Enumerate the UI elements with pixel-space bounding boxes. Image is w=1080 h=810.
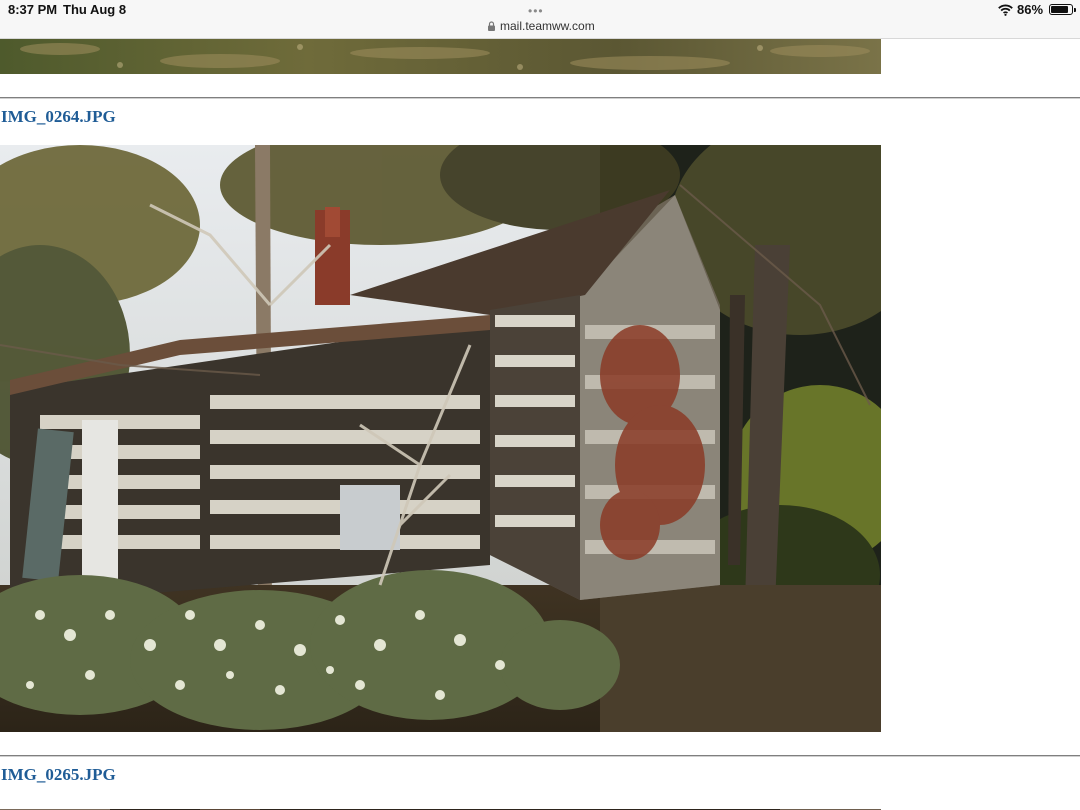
battery-icon	[1049, 4, 1076, 15]
battery-fill	[1051, 6, 1068, 13]
gallery-photo-img-0265[interactable]	[0, 803, 881, 810]
lock-icon	[487, 21, 496, 31]
status-date: Thu Aug 8	[63, 2, 127, 17]
menu-dots-icon[interactable]: •••	[528, 4, 544, 18]
wifi-icon	[998, 3, 1013, 21]
status-bar: 8:37 PM Thu Aug 8 ••• mail.teamww.com 86…	[0, 0, 1080, 39]
divider	[0, 755, 1080, 757]
filename-link[interactable]: IMG_0264.JPG	[1, 107, 116, 127]
url-text: mail.teamww.com	[500, 19, 595, 33]
filename-link[interactable]: IMG_0265.JPG	[1, 765, 116, 785]
status-time: 8:37 PM	[8, 2, 58, 17]
gallery-photo-previous[interactable]	[0, 39, 881, 74]
address-bar[interactable]: mail.teamww.com	[487, 19, 595, 33]
divider	[0, 97, 1080, 99]
battery-percent: 86%	[1017, 2, 1044, 17]
gallery-photo-img-0264[interactable]	[0, 145, 881, 732]
